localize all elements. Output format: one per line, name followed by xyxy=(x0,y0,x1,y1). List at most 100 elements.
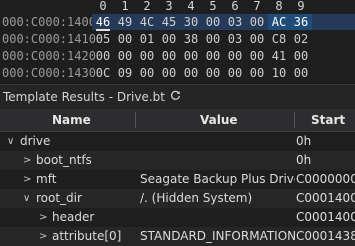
hex-row: 000:C000:1430 0C 09 00 00 00 00 00 00 10… xyxy=(0,65,355,81)
column-index: 1 xyxy=(121,0,129,13)
hex-byte[interactable]: 4C xyxy=(136,14,158,30)
column-separator[interactable] xyxy=(135,112,136,128)
table-row[interactable]: ∨ drive 0h xyxy=(0,132,355,151)
hex-byte[interactable]: 00 xyxy=(158,48,180,64)
hex-byte[interactable]: 00 xyxy=(246,48,268,64)
hex-byte[interactable]: 30 xyxy=(180,14,202,30)
column-index: 6 xyxy=(231,0,239,13)
hex-byte[interactable]: 10 xyxy=(268,65,290,81)
hex-address: 000:C000:1410 xyxy=(2,32,96,46)
field-start: C0001400h xyxy=(296,210,355,224)
column-index: 4 xyxy=(187,0,195,13)
hex-byte[interactable]: 00 xyxy=(158,65,180,81)
hex-byte[interactable]: 03 xyxy=(224,14,246,30)
field-name: mft xyxy=(36,172,57,186)
field-value xyxy=(140,151,295,170)
hex-byte[interactable]: 00 xyxy=(246,65,268,81)
field-start: C0000000h xyxy=(296,172,355,186)
chevron-down-icon[interactable]: ∨ xyxy=(7,132,14,151)
column-index: 2 xyxy=(143,0,151,13)
column-index: 9 xyxy=(297,0,305,13)
hex-row: 000:C000:1420 00 00 00 00 00 00 00 00 41… xyxy=(0,48,355,64)
field-name: attribute[0] xyxy=(52,229,122,243)
field-start: 0h xyxy=(296,153,312,167)
hex-address: 000:C000:1430 xyxy=(2,66,96,80)
table-header: Name Value Start xyxy=(0,109,355,132)
hex-byte[interactable]: 36 xyxy=(290,14,312,30)
hex-byte[interactable]: 00 xyxy=(224,65,246,81)
table-row[interactable]: ∨ root_dir /. (Hidden System) C0001400h xyxy=(0,189,355,208)
hex-column-header: 0 1 2 3 4 5 6 7 8 9 xyxy=(92,0,355,13)
column-separator[interactable] xyxy=(294,112,295,128)
column-header-name[interactable]: Name xyxy=(52,109,91,131)
table-row[interactable]: > mft Seagate Backup Plus Drive C0000000… xyxy=(0,170,355,189)
refresh-icon[interactable] xyxy=(170,90,181,105)
hex-row: 000:C000:1400 46 49 4C 45 30 00 03 00 AC… xyxy=(0,14,355,31)
column-index: 8 xyxy=(275,0,283,13)
hex-byte[interactable]: 00 xyxy=(246,31,268,47)
hex-row: 000:C000:1410 05 00 01 00 38 00 03 00 C8… xyxy=(0,31,355,47)
column-index: 5 xyxy=(209,0,217,13)
column-header-value[interactable]: Value xyxy=(200,109,238,131)
hex-byte[interactable]: 00 xyxy=(202,14,224,30)
table-row[interactable]: > header C0001400h xyxy=(0,208,355,227)
field-value xyxy=(140,132,295,151)
column-index: 0 xyxy=(99,0,107,13)
field-name: boot_ntfs xyxy=(36,153,92,167)
hex-byte[interactable]: 0C xyxy=(92,65,114,81)
field-value: /. (Hidden System) xyxy=(140,191,253,205)
hex-bytes: 00 00 00 00 00 00 00 00 41 00 xyxy=(92,48,355,64)
hex-byte[interactable]: 00 xyxy=(180,65,202,81)
hex-byte[interactable]: 00 xyxy=(202,31,224,47)
field-value xyxy=(140,208,295,227)
template-results-title: Template Results - Drive.bt xyxy=(3,90,165,104)
hex-byte[interactable]: 45 xyxy=(158,14,180,30)
field-name: drive xyxy=(20,134,51,148)
hex-byte[interactable]: 00 xyxy=(180,48,202,64)
hex-address: 000:C000:1420 xyxy=(2,49,96,63)
template-results-header: Template Results - Drive.bt xyxy=(0,85,355,109)
hex-address: 000:C000:1400 xyxy=(2,15,96,29)
hex-byte[interactable]: 02 xyxy=(290,31,312,47)
hex-byte[interactable]: 00 xyxy=(92,48,114,64)
field-name: root_dir xyxy=(36,191,82,205)
column-header-start[interactable]: Start xyxy=(311,109,345,131)
field-value: STANDARD_INFORMATION xyxy=(140,229,295,243)
hex-byte[interactable]: 41 xyxy=(268,48,290,64)
column-index: 7 xyxy=(253,0,261,13)
hex-byte[interactable]: C8 xyxy=(268,31,290,47)
field-value: Seagate Backup Plus Drive xyxy=(140,172,295,186)
hex-byte[interactable]: 00 xyxy=(114,48,136,64)
hex-byte[interactable]: 09 xyxy=(114,65,136,81)
hex-byte[interactable]: 46 xyxy=(92,14,114,31)
hex-byte[interactable]: 00 xyxy=(224,48,246,64)
hex-byte[interactable]: 00 xyxy=(290,65,312,81)
hex-byte[interactable]: 01 xyxy=(136,31,158,47)
hex-byte[interactable]: 00 xyxy=(246,14,268,30)
hex-byte[interactable]: 05 xyxy=(92,31,114,47)
hex-byte[interactable]: 00 xyxy=(158,31,180,47)
hex-byte[interactable]: 38 xyxy=(180,31,202,47)
hex-byte[interactable]: 00 xyxy=(202,48,224,64)
table-row[interactable]: > attribute[0] STANDARD_INFORMATION C000… xyxy=(0,227,355,246)
hex-byte[interactable]: 00 xyxy=(136,48,158,64)
table-row[interactable]: > boot_ntfs 0h xyxy=(0,151,355,170)
field-start: C0001400h xyxy=(296,191,355,205)
chevron-right-icon[interactable]: > xyxy=(23,151,31,170)
hex-byte[interactable]: 00 xyxy=(114,31,136,47)
hex-editor[interactable]: 0 1 2 3 4 5 6 7 8 9 000:C000:1400 46 49 … xyxy=(0,0,355,84)
hex-byte[interactable]: 00 xyxy=(290,48,312,64)
chevron-right-icon[interactable]: > xyxy=(23,170,31,189)
hex-byte[interactable]: 03 xyxy=(224,31,246,47)
hex-bytes: 46 49 4C 45 30 00 03 00 AC 36 xyxy=(92,14,355,31)
hex-byte[interactable]: 49 xyxy=(114,14,136,30)
hex-bytes: 05 00 01 00 38 00 03 00 C8 02 xyxy=(92,31,355,47)
chevron-down-icon[interactable]: ∨ xyxy=(23,189,30,208)
chevron-right-icon[interactable]: > xyxy=(39,227,47,246)
hex-byte[interactable]: AC xyxy=(268,14,290,30)
column-index: 3 xyxy=(165,0,173,13)
hex-byte[interactable]: 00 xyxy=(202,65,224,81)
chevron-right-icon[interactable]: > xyxy=(39,208,47,227)
field-start: 0h xyxy=(296,134,312,148)
hex-byte[interactable]: 00 xyxy=(136,65,158,81)
